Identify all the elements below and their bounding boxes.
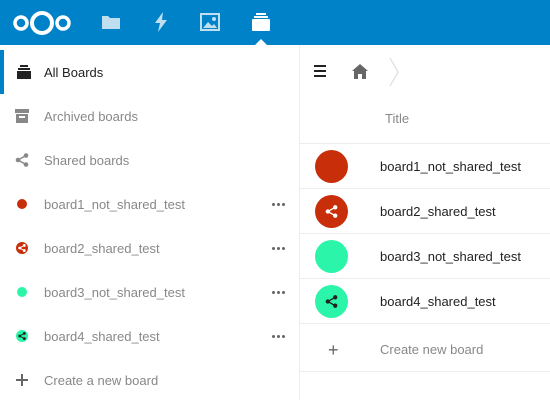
sidebar-item-board1[interactable]: board1_not_shared_test	[0, 182, 299, 226]
hamburger-menu-icon[interactable]	[314, 65, 328, 77]
board-color-dot-icon	[14, 284, 30, 300]
sidebar-item-label: board2_shared_test	[44, 240, 160, 256]
sidebar-item-board2[interactable]: board2_shared_test	[0, 226, 299, 270]
nextcloud-logo[interactable]	[12, 9, 72, 37]
more-actions-icon[interactable]	[270, 196, 286, 212]
files-icon[interactable]	[100, 11, 122, 33]
share-icon	[14, 152, 30, 168]
board-title: board4_shared_test	[380, 294, 496, 309]
breadcrumb-separator-icon	[388, 57, 400, 87]
board-shared-dot-icon	[14, 328, 30, 344]
board-color-dot-icon	[14, 196, 30, 212]
sidebar-item-label: board1_not_shared_test	[44, 196, 185, 212]
archive-icon	[14, 108, 30, 124]
more-actions-icon[interactable]	[270, 240, 286, 256]
more-actions-icon[interactable]	[270, 328, 286, 344]
sidebar-item-board4[interactable]: board4_shared_test	[0, 314, 299, 358]
board-avatar	[315, 285, 348, 318]
plus-icon	[14, 372, 30, 388]
board-avatar	[315, 150, 348, 183]
sidebar-item-label: Archived boards	[44, 108, 138, 124]
board-row[interactable]: board2_shared_test	[300, 189, 550, 234]
create-board-row[interactable]: + Create new board	[300, 327, 550, 372]
sidebar-item-create-board[interactable]: Create a new board	[0, 358, 299, 400]
sidebar-item-archived[interactable]: Archived boards	[0, 94, 299, 138]
gallery-icon[interactable]	[199, 11, 221, 33]
board-row[interactable]: board4_shared_test	[300, 279, 550, 324]
boards-stack-icon	[16, 64, 32, 80]
deck-icon[interactable]	[250, 11, 272, 33]
create-board-label: Create new board	[380, 342, 484, 357]
board-title: board1_not_shared_test	[380, 159, 521, 174]
sidebar-item-all-boards[interactable]: All Boards	[0, 50, 299, 94]
sidebar-item-label: board4_shared_test	[44, 328, 160, 344]
sidebar-item-label: Shared boards	[44, 152, 130, 168]
breadcrumb	[300, 45, 550, 99]
activity-icon[interactable]	[150, 11, 172, 33]
app-header	[0, 0, 550, 45]
sidebar-item-label: All Boards	[44, 64, 104, 80]
sidebar: All Boards Archived boards Shared boards…	[0, 45, 300, 400]
home-icon[interactable]	[352, 64, 368, 84]
more-actions-icon[interactable]	[270, 284, 286, 300]
sidebar-item-label: Create a new board	[44, 372, 159, 388]
board-shared-dot-icon	[14, 240, 30, 256]
board-row[interactable]: board3_not_shared_test	[300, 234, 550, 279]
board-title: board3_not_shared_test	[380, 249, 521, 264]
board-avatar	[315, 195, 348, 228]
board-avatar	[315, 240, 348, 273]
sidebar-item-label: board3_not_shared_test	[44, 284, 185, 300]
column-header-title[interactable]: Title	[385, 111, 409, 126]
board-row[interactable]: board1_not_shared_test	[300, 144, 550, 189]
share-icon	[325, 295, 338, 308]
share-icon	[325, 205, 338, 218]
board-title: board2_shared_test	[380, 204, 496, 219]
sidebar-item-shared[interactable]: Shared boards	[0, 138, 299, 182]
plus-icon: +	[328, 340, 339, 360]
main-content: Title board1_not_shared_test board2_shar…	[300, 45, 550, 400]
sidebar-item-board3[interactable]: board3_not_shared_test	[0, 270, 299, 314]
